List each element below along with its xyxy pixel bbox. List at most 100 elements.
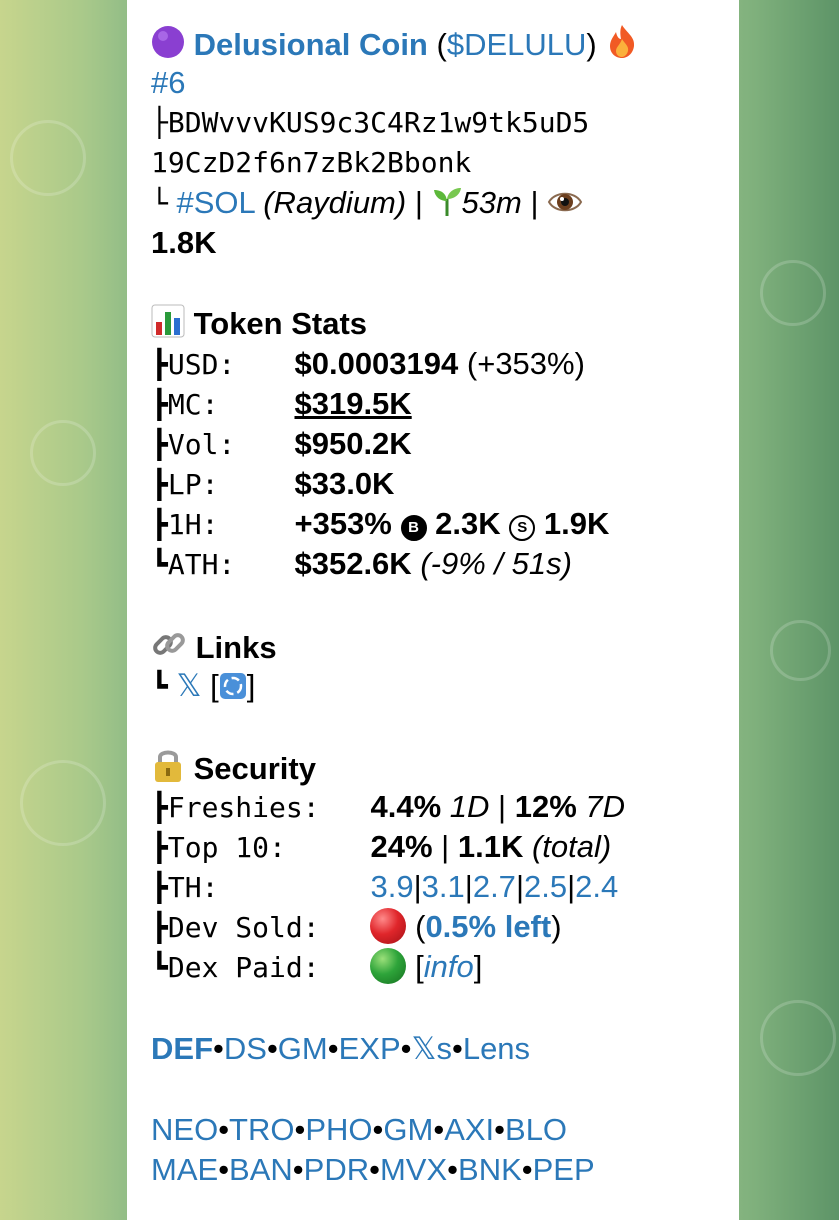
links-title: Links [195,630,277,665]
eye-icon [547,187,583,227]
message-bubble: Delusional Coin ($DELULU) #6 ├BDWvvvKUS9… [127,0,739,1220]
ath-value: $352.6K [294,546,412,581]
contract-address-line-1[interactable]: ├BDWvvvKUS9c3C4Rz1w9tk5uD5 [151,103,589,143]
tools-row-3: MAE•BAN•PDR•MVX•BNK•PEP [151,1152,595,1187]
sells-icon: S [509,515,536,541]
stat-1h-row: ┣1H: +353% B 2.3K S 1.9K [151,504,609,545]
tool-link-neo[interactable]: NEO [151,1112,218,1147]
tool-link-xs[interactable]: 𝕏s [411,1031,451,1066]
token-ticker-link[interactable]: $DELULU [447,27,587,62]
tool-link-axi[interactable]: AXI [444,1112,494,1147]
tool-link-pho[interactable]: PHO [305,1112,372,1147]
stat-label: MC: [167,388,219,421]
token-name-link[interactable]: Delusional Coin [194,27,428,62]
fire-icon [605,23,639,69]
dex-name: (Raydium) [263,185,407,220]
holder-link[interactable]: 3.9 [370,869,413,904]
stat-label: 1H: [167,508,219,541]
hour-change-value: +353% [294,506,392,541]
top10-row: ┣Top 10: 24% | 1.1K (total) [151,827,611,868]
token-title-line: Delusional Coin ($DELULU) [151,23,639,69]
tree-corner: └ [151,187,168,220]
dex-paid-row: ┗Dex Paid: [info] [151,947,482,988]
rank-hashtag[interactable]: #6 [151,63,185,103]
view-count: 1.8K [151,225,217,260]
tool-link-gm[interactable]: GM [278,1031,328,1066]
stat-lp-row: ┣LP: $33.0K [151,464,394,505]
security-label: TH: [167,871,219,904]
tool-link-ban[interactable]: BAN [229,1152,293,1187]
stat-mc-row: ┣MC: $319.5K [151,384,412,425]
freshies-1d-value: 4.4% [370,789,442,824]
tool-link-ds[interactable]: DS [224,1031,267,1066]
links-row: ┗ 𝕏 [] [151,666,255,710]
tool-link-bnk[interactable]: BNK [458,1152,522,1187]
holder-link[interactable]: 2.4 [575,869,618,904]
liquidity-value: $33.0K [294,466,395,501]
holder-link[interactable]: 2.7 [473,869,516,904]
freshies-7d-unit: 7D [585,789,626,824]
seedling-icon [432,185,462,227]
wallpaper-doodle [760,1000,836,1076]
dev-sold-row: ┣Dev Sold: (0.5% left) [151,907,562,948]
tool-link-pep[interactable]: PEP [533,1152,595,1187]
tool-link-def[interactable]: DEF [151,1031,213,1066]
tool-link-mvx[interactable]: MVX [380,1152,447,1187]
stat-label: LP: [167,468,219,501]
buys-icon: B [400,515,427,541]
tool-link-mae[interactable]: MAE [151,1152,218,1187]
token-stats-title: Token Stats [193,306,368,341]
top10-total-value: 1.1K [457,829,524,864]
stat-vol-row: ┣Vol: $950.2K [151,424,412,465]
tool-link-gm2[interactable]: GM [383,1112,433,1147]
security-label: Top 10: [167,831,286,864]
hour-buys-value: 2.3K [435,506,501,541]
security-label: Dex Paid: [167,951,320,984]
red-circle-icon [370,908,407,944]
dex-info-link[interactable]: info [424,949,474,984]
top10-pct-value: 24% [370,829,433,864]
tools-row-2: NEO•TRO•PHO•GM•AXI•BLO [151,1112,568,1147]
ath-note: (-9% / 51s) [420,546,572,581]
holder-link[interactable]: 3.1 [422,869,465,904]
wallpaper-doodle [20,760,106,846]
tool-link-tro[interactable]: TRO [229,1112,294,1147]
price-change: (+353%) [466,346,585,381]
chain-hashtag[interactable]: #SOL [176,185,254,220]
market-cap-value[interactable]: $319.5K [294,386,411,421]
token-stats-heading: Token Stats [151,304,367,348]
stat-label: USD: [167,348,236,381]
security-label: Dev Sold: [167,911,320,944]
bar-chart-icon [151,304,185,348]
dev-left-link[interactable]: 0.5% left [425,909,551,944]
chain-info-line: └ #SOL (Raydium) | 53m | [151,183,583,227]
freshies-row: ┣Freshies: 4.4% 1D | 12% 7D [151,787,625,828]
token-age: 53m [461,185,522,220]
green-circle-icon [370,948,407,984]
price-value: $0.0003194 [294,346,459,381]
wallpaper-doodle [30,420,96,486]
wallpaper-doodle [770,620,831,681]
wallpaper-doodle [760,260,826,326]
security-title: Security [193,751,316,786]
recycle-link-icon[interactable] [219,670,247,710]
stat-ath-row: ┗ATH: $352.6K (-9% / 51s) [151,544,572,585]
wallpaper-doodle [10,120,86,196]
tools-row-1: DEF•DS•GM•EXP•𝕏s•Lens [151,1031,531,1066]
top10-note: (total) [531,829,612,864]
holder-link[interactable]: 2.5 [524,869,567,904]
tool-link-exp[interactable]: EXP [339,1031,401,1066]
freshies-1d-unit: 1D [449,789,490,824]
hour-sells-value: 1.9K [543,506,610,541]
contract-address-line-2[interactable]: 19CzD2f6n7zBk2Bbonk [151,143,471,183]
stat-label: ATH: [167,548,236,581]
security-label: Freshies: [167,791,320,824]
tool-link-blo[interactable]: BLO [505,1112,567,1147]
tool-link-lens[interactable]: Lens [463,1031,530,1066]
top-holders-row: ┣TH: 3.9|3.1|2.7|2.5|2.4 [151,867,618,908]
stat-label: Vol: [167,428,236,461]
freshies-7d-value: 12% [514,789,577,824]
tool-link-pdr[interactable]: PDR [304,1152,369,1187]
x-profile-link[interactable]: 𝕏 [176,668,201,703]
volume-value: $950.2K [294,426,412,461]
